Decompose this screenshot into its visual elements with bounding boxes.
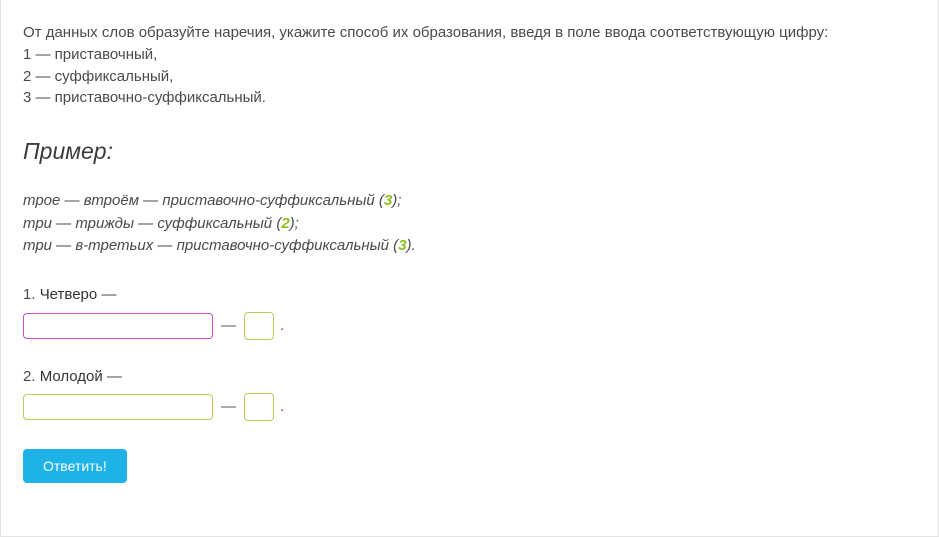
answer-word-input-2[interactable] — [23, 394, 213, 420]
example-digit: 3 — [398, 237, 406, 254]
question-word: Молодой — [40, 368, 103, 385]
question-2-inputs: — . — [23, 393, 916, 421]
period: . — [280, 315, 284, 337]
example-line-2: три — трижды — суффиксальный (2); — [23, 213, 916, 236]
example-line-1: трое — втроём — приставочно-суффиксальны… — [23, 190, 916, 213]
question-number: 1. — [23, 286, 40, 303]
submit-button[interactable]: Ответить! — [23, 449, 127, 483]
question-1-inputs: — . — [23, 312, 916, 340]
example-text-tail: ); — [290, 215, 299, 232]
answer-word-input-1[interactable] — [23, 313, 213, 339]
example-text: три — трижды — суффиксальный ( — [23, 215, 281, 232]
answer-digit-input-2[interactable] — [244, 393, 274, 421]
exercise-container: От данных слов образуйте наречия, укажит… — [0, 0, 939, 537]
question-word: Четверо — [40, 286, 98, 303]
dash-separator: — — [221, 315, 236, 337]
example-digit: 2 — [281, 215, 289, 232]
answer-digit-input-1[interactable] — [244, 312, 274, 340]
instruction-main: От данных слов образуйте наречия, укажит… — [23, 22, 916, 44]
period: . — [280, 396, 284, 418]
question-1: 1. Четверо — — . — [23, 284, 916, 340]
question-number: 2. — [23, 368, 40, 385]
example-block: трое — втроём — приставочно-суффиксальны… — [23, 190, 916, 258]
dash-separator: — — [221, 396, 236, 418]
question-2: 2. Молодой — — . — [23, 366, 916, 422]
instructions: От данных слов образуйте наречия, укажит… — [23, 22, 916, 109]
example-text: трое — втроём — приставочно-суффиксальны… — [23, 192, 384, 209]
instruction-opt3: 3 — приставочно-суффиксальный. — [23, 87, 916, 109]
instruction-opt2: 2 — суффиксальный, — [23, 66, 916, 88]
example-text-tail: ); — [392, 192, 401, 209]
question-2-label: 2. Молодой — — [23, 366, 916, 388]
question-1-label: 1. Четверо — — [23, 284, 916, 306]
example-line-3: три — в-третьих — приставочно-суффиксаль… — [23, 235, 916, 258]
instruction-opt1: 1 — приставочный, — [23, 44, 916, 66]
example-text: три — в-третьих — приставочно-суффиксаль… — [23, 237, 398, 254]
question-tail: — — [97, 286, 116, 303]
question-tail: — — [103, 368, 122, 385]
example-heading: Пример: — [23, 135, 916, 168]
example-text-tail: ). — [407, 237, 416, 254]
